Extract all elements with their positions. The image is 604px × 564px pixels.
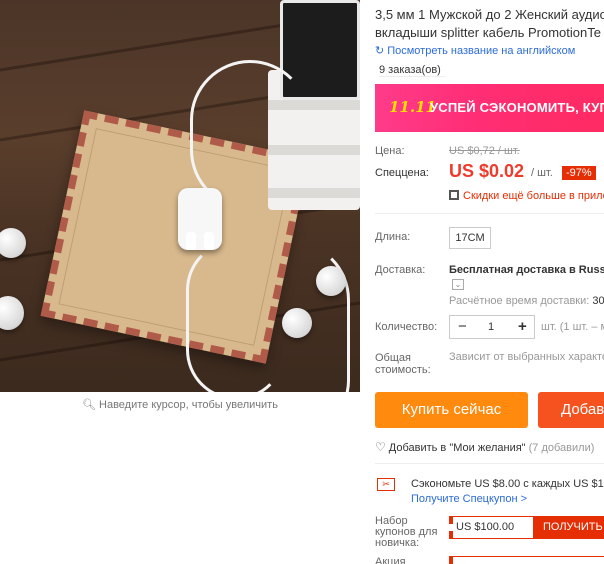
promo-text: Сэкономьте US $8.00 с каждых US $150. [411,478,604,490]
get-special-coupon-link[interactable]: Получите Спецкупон > [411,493,527,505]
earbud [316,266,346,296]
wishlist-link[interactable]: ♡ Добавить в "Мои желания" (7 добавили) [375,440,594,454]
price-unit: / шт. [531,167,553,179]
special-price-label: Спеццена: [375,167,429,179]
coupon-value: US $100.00 [456,521,515,533]
divider [375,213,604,214]
quantity-plus-button[interactable]: + [518,318,527,335]
shipping-time-label: Расчётное время доставки: [449,295,590,307]
newbie-label-line: новичка: [375,537,420,549]
add-to-cart-button[interactable]: Добав [538,392,604,428]
wishlist-count: (7 добавили) [528,442,595,454]
app-discount-link[interactable]: Скидки ещё больше в прило [449,190,604,202]
total-note: Зависит от выбранных характер [449,351,604,363]
translate-label: Посмотреть название на английском [387,45,576,57]
shipping-dropdown-icon[interactable]: ⌄ [452,279,464,290]
shipping-time-value: 30- [592,295,604,307]
quantity-note: шт. (1 шт. – м [541,321,604,333]
earbud [282,308,312,338]
title-line: вкладыши splitter кабель PromotionTe [375,25,601,40]
shipping-label: Доставка: [375,264,426,276]
app-discount-text: Скидки ещё больше в прило [463,190,604,202]
action-label: Акция [375,556,406,564]
title-line: 3,5 мм 1 Мужской до 2 Женский аудио [375,7,604,22]
newbie-coupon: US $100.00 ПОЛУЧИТЬ [449,516,604,539]
shipping-method: Бесплатная доставка в Russia [449,264,604,276]
product-title: 3,5 мм 1 Мужской до 2 Женский аудио вкла… [375,6,604,42]
discount-badge: -97% [562,166,596,180]
earbud [0,228,26,258]
quantity-minus-button[interactable]: − [458,318,467,335]
splitter-plug [178,188,222,250]
get-coupon-button[interactable]: ПОЛУЧИТЬ [533,516,604,539]
product-image[interactable] [0,0,360,392]
product-info-panel: 3,5 мм 1 Мужской до 2 Женский аудио вкла… [375,0,604,564]
translate-icon: ↻ [375,45,385,57]
quantity-stepper: − 1 + [449,315,535,339]
zoom-hint-text: Наведите курсор, чтобы увеличить [99,399,278,411]
current-price: US $0.02 [449,161,525,181]
quantity-label: Количество: [375,321,438,333]
sale-message: УСПЕЙ СЭКОНОМИТЬ, КУПИ [430,100,604,115]
qr-code-icon [449,190,459,200]
price-label: Цена: [375,145,405,157]
divider [375,463,604,464]
total-label-line: Общая [375,352,411,364]
newbie-coupons-label: Набор купонов для новичка: [375,516,437,549]
action-coupon [449,556,604,564]
heart-icon: ♡ [375,440,386,454]
coupon-icon: ✂ [377,478,395,491]
shipping-time: Расчётное время доставки: 30- [449,295,604,307]
length-label: Длина: [375,231,411,243]
cable [200,240,350,392]
sale-banner[interactable]: 11.11 УСПЕЙ СЭКОНОМИТЬ, КУПИ [375,84,604,132]
sale-tag: 11.11 [389,98,436,116]
wishlist-label: Добавить в "Мои желания" [388,442,526,454]
buy-now-button[interactable]: Купить сейчас [375,392,528,428]
orders-count: 9 заказа(ов) [379,64,445,77]
zoom-hint: 🔍︎ Наведите курсор, чтобы увеличить [0,398,360,411]
earbud [0,296,24,330]
length-option-17cm[interactable]: 17CM [449,227,491,249]
old-price: US $0,72 / шт. [449,145,520,157]
translate-title-link[interactable]: ↻ Посмотреть название на английском [375,44,575,57]
total-label-line: стоимость: [375,364,431,376]
total-label: Общая стоимость: [375,352,431,376]
magnifier-icon: 🔍︎ [82,399,97,411]
quantity-input[interactable]: 1 [488,321,494,333]
